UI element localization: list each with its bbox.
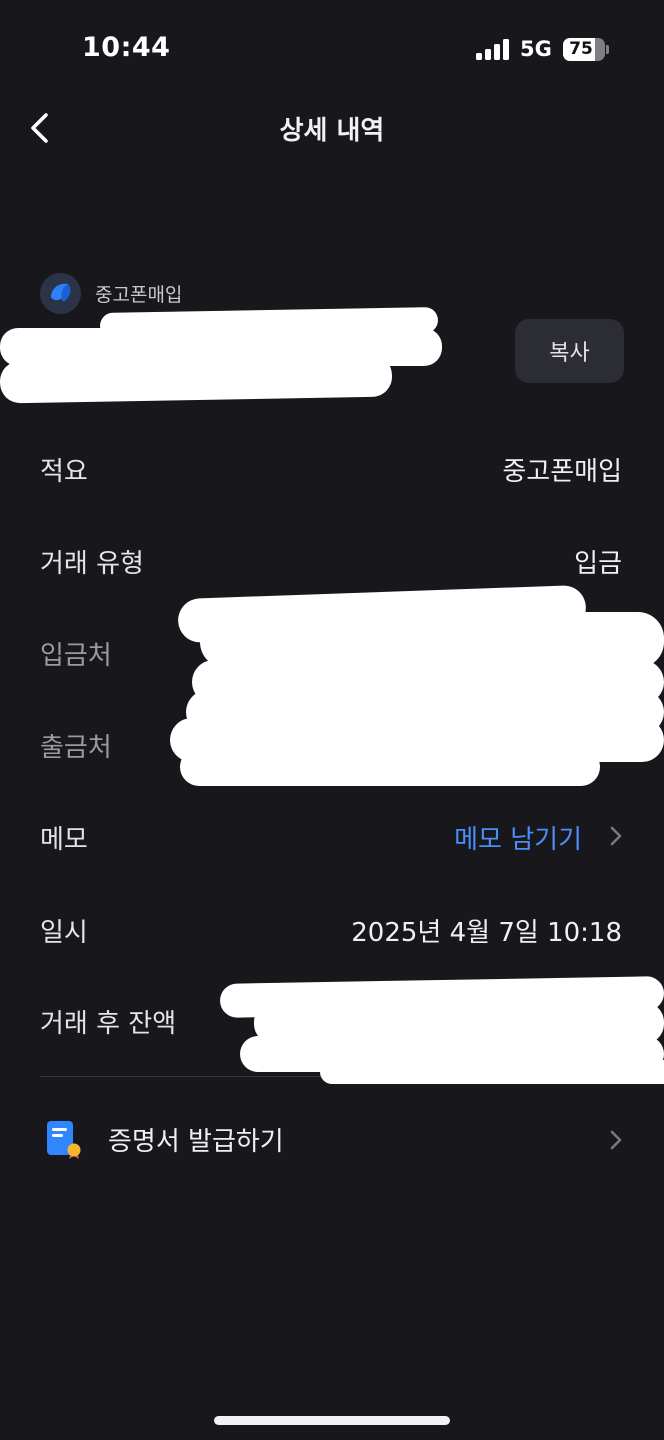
memo-link[interactable]: 메모 남기기 (454, 819, 582, 856)
document-certificate-icon (47, 1121, 81, 1159)
datetime-label: 일시 (40, 918, 88, 948)
battery-cap (606, 45, 609, 54)
depositor-label: 입금처 (40, 641, 112, 671)
network-type: 5G (520, 37, 552, 61)
status-bar: 10:44 5G 75 (0, 0, 664, 100)
transaction-type-value: 입금 (574, 549, 622, 579)
page-title: 상세 내역 (279, 116, 385, 146)
certificate-label: 증명서 발급하기 (108, 1127, 284, 1157)
chevron-right-icon[interactable] (608, 824, 624, 848)
cellular-signal-icon (476, 38, 510, 60)
battery-icon: 75 (563, 38, 605, 61)
copy-button[interactable]: 복사 (515, 319, 624, 383)
header: 상세 내역 (0, 98, 664, 158)
balance-label: 거래 후 잔액 (40, 1009, 177, 1039)
chevron-right-icon (610, 1130, 622, 1150)
home-indicator[interactable] (214, 1416, 450, 1425)
certificate-button[interactable]: 증명서 발급하기 (0, 1100, 664, 1180)
bank-logo-icon (40, 273, 81, 314)
summary-label: 적요 (40, 457, 88, 487)
account-name: 중고폰매입 (95, 284, 183, 306)
summary-value: 중고폰매입 (502, 457, 622, 487)
withdrawer-label: 출금처 (40, 733, 112, 763)
datetime-value: 2025년 4월 7일 10:18 (351, 918, 622, 948)
status-time: 10:44 (82, 32, 171, 63)
battery-percent: 75 (569, 39, 593, 59)
memo-label: 메모 (40, 825, 88, 855)
transaction-type-label: 거래 유형 (40, 549, 144, 579)
